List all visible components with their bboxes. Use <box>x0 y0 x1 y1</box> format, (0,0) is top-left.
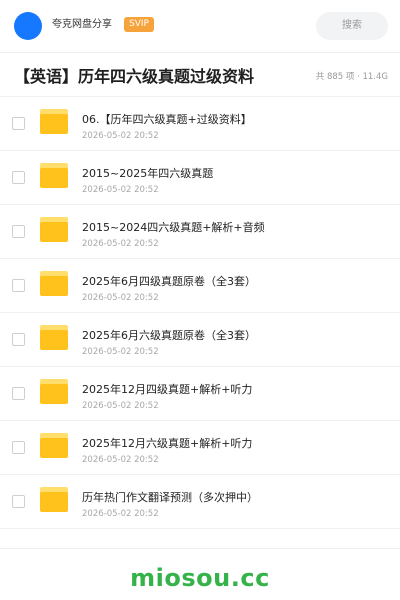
item-date: 2026-05-02 20:52 <box>82 185 159 195</box>
search-button[interactable]: 搜索 <box>316 12 388 40</box>
file-list: 06.【历年四六级真题+过级资料】 2026-05-02 20:52 2015~… <box>0 97 400 529</box>
item-name[interactable]: 2015~2024四六级真题+解析+音频 <box>82 220 265 235</box>
item-name[interactable]: 2025年12月四级真题+解析+听力 <box>82 382 252 397</box>
item-name[interactable]: 06.【历年四六级真题+过级资料】 <box>82 112 252 127</box>
top-bar: 夸克网盘分享 SVIP 搜索 <box>0 0 400 52</box>
divider <box>0 52 400 53</box>
divider <box>0 548 400 549</box>
list-item[interactable]: 2015~2025年四六级真题 2026-05-02 20:52 <box>0 151 400 205</box>
vip-badge: SVIP <box>124 17 154 32</box>
item-date: 2026-05-02 20:52 <box>82 347 159 357</box>
list-item[interactable]: 06.【历年四六级真题+过级资料】 2026-05-02 20:52 <box>0 97 400 151</box>
list-item[interactable]: 2025年6月四级真题原卷（全3套） 2026-05-02 20:52 <box>0 259 400 313</box>
item-date: 2026-05-02 20:52 <box>82 455 159 465</box>
folder-icon <box>40 271 68 296</box>
folder-icon <box>40 217 68 242</box>
folder-meta: 共 885 项 · 11.4G <box>315 72 388 82</box>
avatar[interactable] <box>14 12 42 40</box>
page-title: 【英语】历年四六级真题过级资料 <box>14 67 255 86</box>
item-name[interactable]: 2025年12月六级真题+解析+听力 <box>82 436 252 451</box>
folder-header: 【英语】历年四六级真题过级资料 共 885 项 · 11.4G <box>0 60 400 94</box>
folder-icon <box>40 325 68 350</box>
folder-icon <box>40 379 68 404</box>
item-checkbox[interactable] <box>12 441 25 454</box>
list-item[interactable]: 2015~2024四六级真题+解析+音频 2026-05-02 20:52 <box>0 205 400 259</box>
item-checkbox[interactable] <box>12 171 25 184</box>
item-checkbox[interactable] <box>12 495 25 508</box>
item-date: 2026-05-02 20:52 <box>82 293 159 303</box>
list-item[interactable]: 2025年12月六级真题+解析+听力 2026-05-02 20:52 <box>0 421 400 475</box>
item-checkbox[interactable] <box>12 279 25 292</box>
folder-icon <box>40 487 68 512</box>
item-date: 2026-05-02 20:52 <box>82 509 159 519</box>
list-item[interactable]: 历年热门作文翻译预测（多次押中） 2026-05-02 20:52 <box>0 475 400 529</box>
item-name[interactable]: 历年热门作文翻译预测（多次押中） <box>82 490 258 505</box>
item-checkbox[interactable] <box>12 387 25 400</box>
item-name[interactable]: 2025年6月四级真题原卷（全3套） <box>82 274 256 289</box>
share-name: 夸克网盘分享 <box>52 19 112 30</box>
folder-icon <box>40 109 68 134</box>
list-item[interactable]: 2025年6月六级真题原卷（全3套） 2026-05-02 20:52 <box>0 313 400 367</box>
watermark: miosou.cc <box>130 564 270 592</box>
list-item[interactable]: 2025年12月四级真题+解析+听力 2026-05-02 20:52 <box>0 367 400 421</box>
item-date: 2026-05-02 20:52 <box>82 239 159 249</box>
item-name[interactable]: 2015~2025年四六级真题 <box>82 166 213 181</box>
item-checkbox[interactable] <box>12 333 25 346</box>
item-checkbox[interactable] <box>12 117 25 130</box>
item-checkbox[interactable] <box>12 225 25 238</box>
folder-icon <box>40 433 68 458</box>
item-name[interactable]: 2025年6月六级真题原卷（全3套） <box>82 328 256 343</box>
folder-icon <box>40 163 68 188</box>
item-date: 2026-05-02 20:52 <box>82 401 159 411</box>
item-date: 2026-05-02 20:52 <box>82 131 159 141</box>
